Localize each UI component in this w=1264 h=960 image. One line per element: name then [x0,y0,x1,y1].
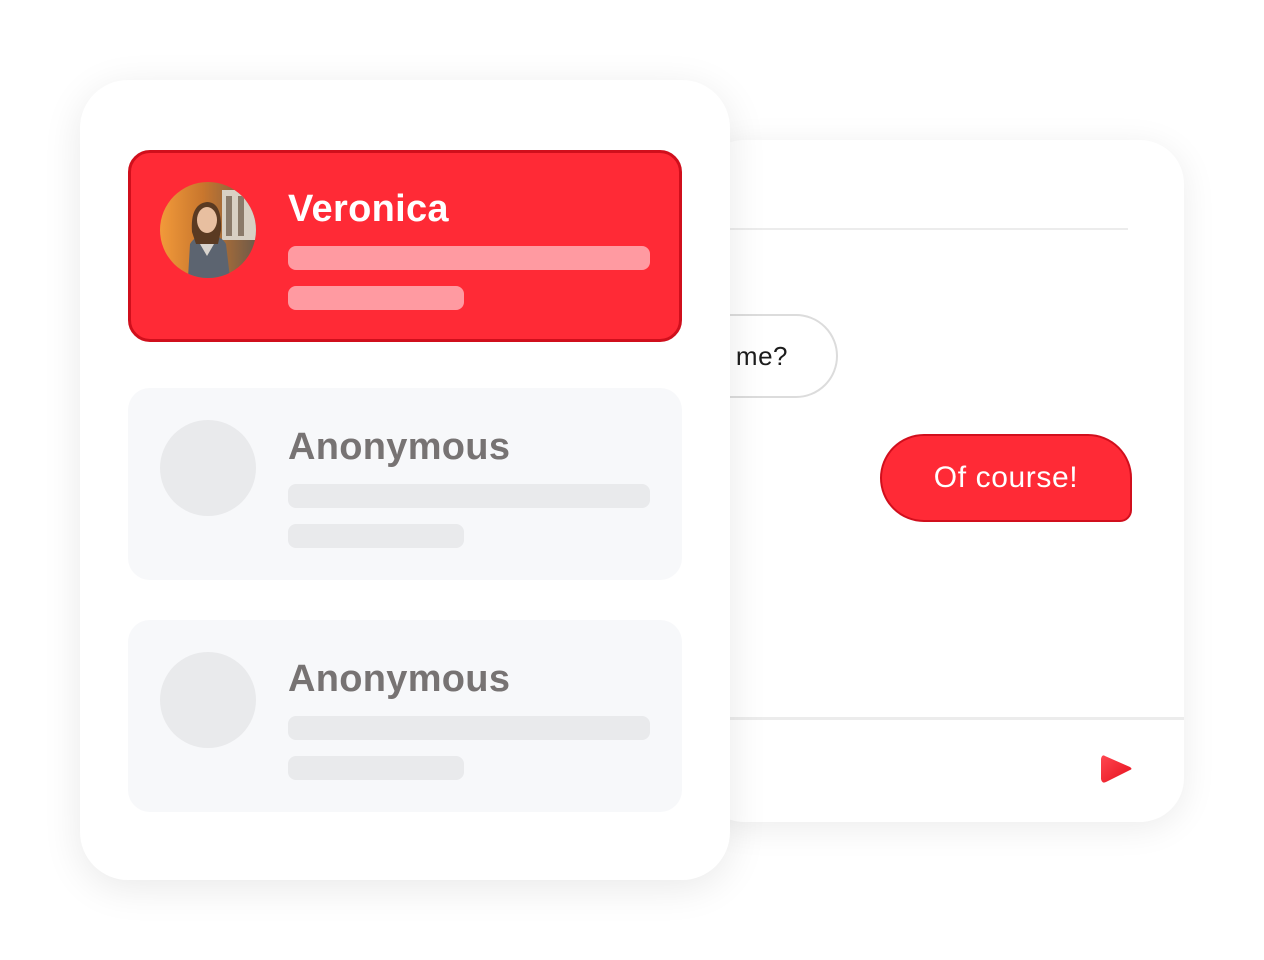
avatar-placeholder [160,420,256,516]
contact-name: Veronica [288,188,449,230]
message-preview-placeholder [288,716,650,740]
message-preview-placeholder [288,246,650,270]
composer-divider [700,717,1184,720]
outgoing-message-bubble: Of course! [880,434,1132,522]
avatar-placeholder [160,652,256,748]
contact-item-veronica[interactable]: Veronica [128,150,682,342]
contact-item-anonymous[interactable]: Anonymous [128,620,682,812]
chat-illustration: me? Of course! Veronica Anonymous Anonym… [0,0,1264,960]
contact-item-anonymous[interactable]: Anonymous [128,388,682,580]
profile-photo-icon [160,182,256,278]
message-preview-placeholder [288,484,650,508]
timestamp-placeholder [288,756,464,780]
outgoing-message-text: Of course! [933,461,1079,494]
timestamp-placeholder [288,286,464,310]
conversation-panel: me? Of course! [700,140,1184,822]
incoming-message-text: me? [735,340,788,371]
contact-name: Anonymous [288,426,511,468]
contact-name: Anonymous [288,658,511,700]
timestamp-placeholder [288,524,464,548]
avatar [160,182,256,278]
header-divider [700,228,1128,230]
contact-list-panel: Veronica Anonymous Anonymous [80,80,730,880]
send-icon[interactable] [1098,751,1134,787]
